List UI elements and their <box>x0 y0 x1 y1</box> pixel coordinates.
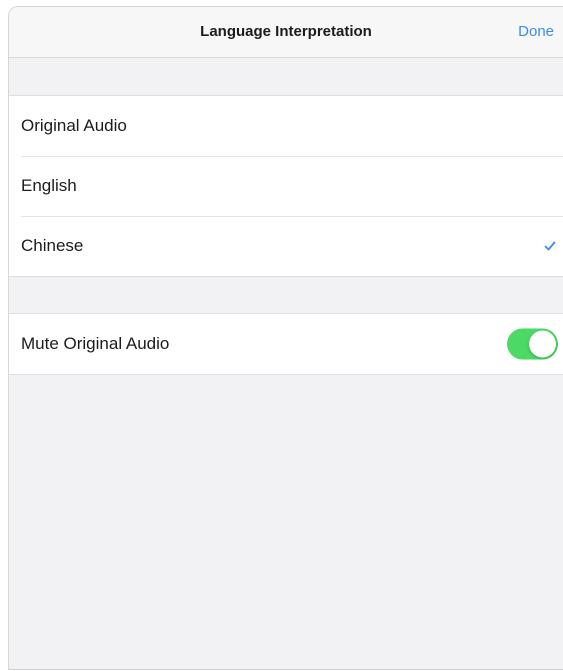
language-option-english[interactable]: English <box>9 156 563 216</box>
navigation-bar: Language Interpretation Done <box>9 7 563 58</box>
checkmark-icon <box>544 241 556 251</box>
toggle-knob <box>529 330 556 358</box>
mute-original-audio-toggle[interactable] <box>507 328 558 360</box>
language-interpretation-sheet: Language Interpretation Done Original Au… <box>8 6 563 670</box>
language-option-label: English <box>21 176 77 195</box>
language-option-original-audio[interactable]: Original Audio <box>9 96 563 156</box>
page-title: Language Interpretation <box>200 23 372 40</box>
language-option-label: Chinese <box>21 236 84 255</box>
done-button[interactable]: Done <box>518 7 554 57</box>
language-option-label: Original Audio <box>21 116 127 135</box>
mute-original-audio-row: Mute Original Audio <box>9 314 563 374</box>
language-list: Original Audio English Chinese <box>9 95 563 277</box>
language-option-chinese[interactable]: Chinese <box>9 216 563 276</box>
mute-original-audio-label: Mute Original Audio <box>21 334 170 353</box>
audio-settings-group: Mute Original Audio <box>9 313 563 375</box>
